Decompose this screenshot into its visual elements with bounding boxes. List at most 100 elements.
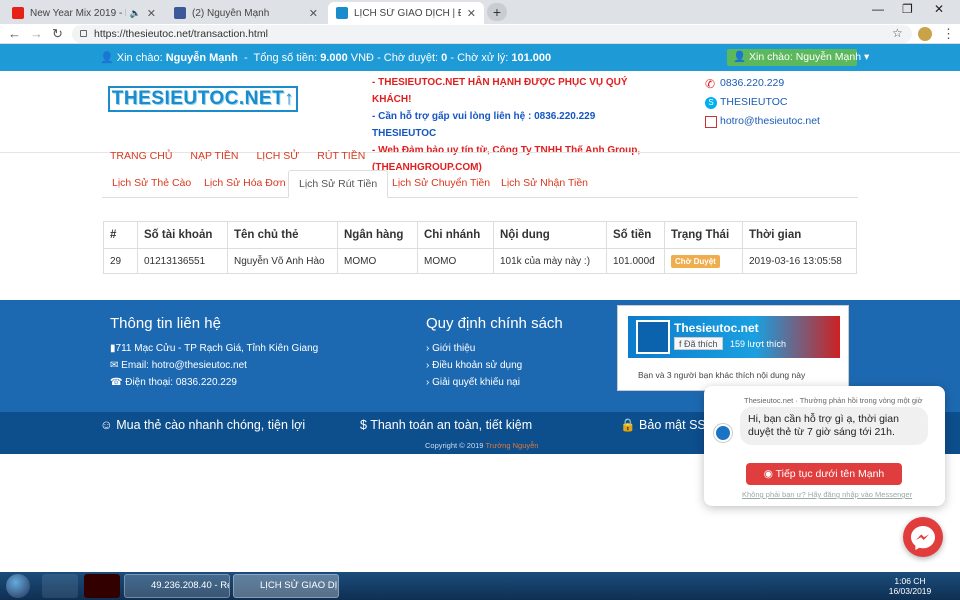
tab-bill-history[interactable]: Lịch Sử Hóa Đơn <box>194 170 296 198</box>
status-badge: Chờ Duyệt <box>671 254 720 268</box>
column-header: Thời gian <box>742 221 857 249</box>
messenger-launcher-button[interactable] <box>903 517 943 557</box>
table-header-row: # Số tài khoản Tên chủ thẻ Ngân hàng Chi… <box>103 221 857 249</box>
messenger-chat-popup: Thesieutoc.net · Thường phản hồi trong v… <box>704 386 945 506</box>
contact-skype: THESIEUTOC <box>720 96 788 108</box>
user-menu-label: Xin chào: Nguyễn Mạnh <box>749 51 862 63</box>
speaker-icon: 🔈 <box>129 7 141 18</box>
menu-item-topup[interactable]: NẠP TIỀN <box>190 150 238 162</box>
taskbar-task-remote[interactable]: 49.236.208.40 - Re... <box>124 574 230 598</box>
tab-withdraw-history[interactable]: Lịch Sử Rút Tiền <box>288 170 389 198</box>
policy-link-about[interactable]: › Giới thiệu <box>426 343 475 354</box>
skype-icon: S <box>705 96 717 109</box>
tab-card-history[interactable]: Lịch Sử Thẻ Cào <box>102 170 201 198</box>
menu-item-home[interactable]: TRANG CHỦ <box>110 150 172 162</box>
menu-item-history[interactable]: LỊCH SỬ <box>256 150 299 162</box>
browser-toolbar: ← → ↻ https://thesieutoc.net/transaction… <box>0 24 960 44</box>
header-notice: - THESIEUTOC.NET HÂN HẠNH ĐƯỢC PHỤC VỤ Q… <box>372 74 662 176</box>
lock-icon <box>80 30 87 37</box>
username: Nguyễn Mạnh <box>165 52 238 64</box>
close-tab-icon[interactable]: ✕ <box>467 7 476 20</box>
tab-receive-history[interactable]: Lịch Sử Nhận Tiền <box>491 170 598 198</box>
profile-avatar-icon[interactable] <box>918 27 932 41</box>
feature-fast: ☺ Mua thẻ cào nhanh chóng, tiện lợi <box>100 418 306 432</box>
bookmark-star-icon[interactable]: ☆ <box>892 26 903 40</box>
browser-tab-youtube[interactable]: New Year Mix 2019 - Best of 🔈 ✕ <box>4 2 164 24</box>
browser-tab-active[interactable]: LỊCH SỬ GIAO DỊCH | Đổi thẻ cào ✕ <box>328 2 484 24</box>
cell-status: Chờ Duyệt <box>664 248 743 274</box>
forward-icon[interactable]: → <box>30 26 43 41</box>
not-you-link[interactable]: Không phải bạn ư? Hãy đăng nhập vào Mess… <box>742 490 912 499</box>
browser-tab-strip: New Year Mix 2019 - Best of 🔈 ✕ (2) Nguy… <box>0 0 960 24</box>
garena-icon[interactable] <box>84 574 120 598</box>
url-text: https://thesieutoc.net/transaction.html <box>94 28 268 40</box>
taskbar-task-chrome[interactable]: LỊCH SỬ GIAO DỊ... <box>233 574 339 598</box>
policy-link-complaints[interactable]: › Giải quyết khiếu nại <box>426 377 520 388</box>
total-value: 9.000 <box>320 52 348 64</box>
footer-policy-title: Quy định chính sách <box>426 315 563 332</box>
column-header: Ngân hàng <box>337 221 418 249</box>
phone-icon: ☎ <box>110 377 126 388</box>
close-tab-icon[interactable]: ✕ <box>147 7 156 20</box>
menu-item-withdraw[interactable]: RÚT TIỀN <box>317 150 365 162</box>
user-menu-button[interactable]: 👤 Xin chào: Nguyễn Mạnh ▾ <box>727 49 869 66</box>
tab-transfer-history[interactable]: Lịch Sử Chuyển Tiền <box>382 170 500 198</box>
windows-taskbar: 49.236.208.40 - Re... LỊCH SỬ GIAO DỊ...… <box>0 572 960 600</box>
cell-account: 01213136551 <box>137 248 228 274</box>
footer-email: ✉ Email: hotro@thesieutoc.net <box>110 360 247 371</box>
author-link[interactable]: Trường Nguyễn <box>485 441 538 450</box>
footer-address: ▮711 Mạc Cửu - TP Rạch Giá, Tỉnh Kiên Gi… <box>110 343 319 354</box>
user-icon: 👤 <box>100 52 114 64</box>
facebook-page-avatar[interactable] <box>636 320 670 354</box>
tab-title: New Year Mix 2019 - Best of <box>30 7 126 19</box>
policy-link-terms[interactable]: › Điều khoản sử dụng <box>426 360 522 371</box>
cell-holder: Nguyễn Võ Anh Hào <box>227 248 338 274</box>
dollar-icon: $ <box>360 418 371 432</box>
greeting-label: Xin chào: <box>116 52 163 64</box>
close-tab-icon[interactable]: ✕ <box>309 7 318 20</box>
notice-line: - Cần hỗ trợ gấp vui lòng liên hệ : 0836… <box>372 111 596 139</box>
processing-label: Chờ xử lý: <box>457 52 509 64</box>
close-window-icon[interactable]: ✕ <box>934 2 944 16</box>
file-explorer-icon[interactable] <box>42 574 78 598</box>
history-tabs: Lịch Sử Thẻ Cào Lịch Sử Hóa Đơn Lịch Sử … <box>102 170 858 198</box>
lock-icon: 🔒 <box>620 418 640 432</box>
mail-icon: ✉ <box>110 360 122 371</box>
clock-date: 16/03/2019 <box>888 586 932 596</box>
chat-page-avatar <box>714 424 732 442</box>
facebook-like-button[interactable]: f Đã thích <box>674 337 723 350</box>
cell-id: 29 <box>103 248 138 274</box>
column-header: Số tài khoản <box>137 221 228 249</box>
browser-tab-facebook[interactable]: (2) Nguyễn Mạnh ✕ <box>166 2 326 24</box>
mail-icon <box>705 115 717 128</box>
header-contact: ✆ 0836.220.229 S THESIEUTOC hotro@thesieut… <box>705 74 820 131</box>
clock-time: 1:06 CH <box>894 576 926 586</box>
new-tab-button[interactable]: + <box>487 3 507 21</box>
smile-icon: ☺ <box>100 418 117 432</box>
facebook-icon <box>174 7 186 19</box>
system-clock[interactable]: 1:06 CH 16/03/2019 <box>880 576 940 596</box>
address-bar[interactable]: https://thesieutoc.net/transaction.html <box>72 25 912 43</box>
feature-safe: $ Thanh toán an toàn, tiết kiệm <box>360 418 533 432</box>
cell-time: 2019-03-16 13:05:58 <box>742 248 857 274</box>
notice-line: - THESIEUTOC.NET HÂN HẠNH ĐƯỢC PHỤC VỤ Q… <box>372 77 628 105</box>
menu-dots-icon[interactable]: ⋮ <box>942 26 955 42</box>
continue-as-button[interactable]: ◉ Tiếp tục dưới tên Mạnh <box>746 463 902 485</box>
contact-phone: 0836.220.229 <box>720 77 785 89</box>
start-button[interactable] <box>6 574 30 598</box>
reload-icon[interactable]: ↻ <box>52 26 63 42</box>
currency-label: VNĐ <box>350 52 375 64</box>
site-logo[interactable]: THESIEUTOC.NET↑ <box>108 86 298 112</box>
back-icon[interactable]: ← <box>8 26 21 41</box>
minimize-icon[interactable]: — <box>872 2 884 16</box>
cell-content: 101k của mày này :) <box>493 248 607 274</box>
processing-value: 101.000 <box>511 52 552 64</box>
caret-down-icon: ▾ <box>864 51 870 63</box>
maximize-icon[interactable]: ❐ <box>902 2 913 16</box>
footer-contact-title: Thông tin liên hệ <box>110 315 221 332</box>
cell-bank: MOMO <box>337 248 418 274</box>
facebook-page-name[interactable]: Thesieutoc.net <box>674 321 759 335</box>
site-top-bar: 👤 Xin chào: Nguyễn Mạnh - Tổng số tiền: … <box>0 44 960 71</box>
total-label: Tổng số tiền: <box>253 52 318 64</box>
table-row: 29 01213136551 Nguyễn Võ Anh Hào MOMO MO… <box>103 248 857 274</box>
